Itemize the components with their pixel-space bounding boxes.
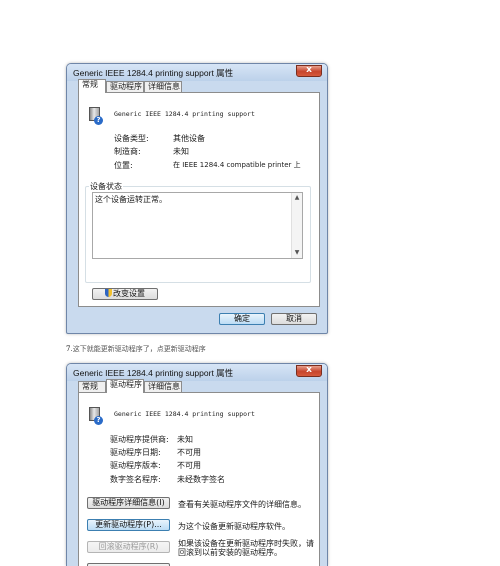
unknown-device-icon: ? (88, 407, 103, 425)
driver-panel: ? Generic IEEE 1284.4 printing support 驱… (78, 392, 320, 566)
status-scrollbar[interactable]: ▲ ▼ (291, 193, 302, 258)
step-text: .这下就能更新驱动程序了，点更新驱动程序 (70, 345, 206, 353)
rollback-driver-desc-line2: 回滚到以前安装的驱动程序。 (178, 548, 282, 557)
properties-window-driver: Generic IEEE 1284.4 printing support 属性 … (66, 363, 328, 566)
status-message: 这个设备运转正常。 (95, 195, 167, 204)
uac-shield-icon (105, 289, 112, 297)
tab-general[interactable]: 常规 (78, 381, 106, 392)
driver-provider-value: 未知 (177, 435, 193, 444)
device-status-title: 设备状态 (89, 181, 123, 192)
device-name: Generic IEEE 1284.4 printing support (114, 110, 255, 118)
close-button[interactable]: x (296, 365, 322, 377)
device-status-text[interactable]: 这个设备运转正常。 ▲ ▼ (92, 192, 303, 259)
tab-general[interactable]: 常规 (78, 79, 106, 93)
device-type-label: 设备类型: (114, 134, 149, 143)
change-settings-label: 改变设置 (113, 289, 145, 298)
digital-signer-value: 未经数字签名 (177, 475, 225, 484)
driver-version-value: 不可用 (177, 461, 201, 470)
tab-details[interactable]: 详细信息 (144, 81, 182, 92)
driver-details-button[interactable]: 驱动程序详细信息(I) (87, 497, 170, 509)
device-name: Generic IEEE 1284.4 printing support (114, 410, 255, 418)
ok-button[interactable]: 确定 (219, 313, 265, 325)
location-label: 位置: (114, 161, 133, 170)
manufacturer-label: 制造商: (114, 147, 141, 156)
scroll-up-icon[interactable]: ▲ (292, 193, 302, 203)
change-settings-button[interactable]: 改变设置 (92, 288, 158, 300)
driver-date-value: 不可用 (177, 448, 201, 457)
close-icon: x (306, 365, 312, 375)
tab-driver[interactable]: 驱动程序 (106, 81, 144, 92)
update-driver-button[interactable]: 更新驱动程序(P)... (87, 519, 170, 531)
tab-details[interactable]: 详细信息 (144, 381, 182, 392)
manufacturer-value: 未知 (173, 147, 189, 156)
driver-details-desc: 查看有关驱动程序文件的详细信息。 (178, 500, 306, 509)
cancel-button[interactable]: 取消 (271, 313, 317, 325)
update-driver-desc: 为这个设备更新驱动程序软件。 (178, 522, 290, 531)
tab-driver[interactable]: 驱动程序 (106, 379, 144, 393)
driver-version-label: 驱动程序版本: (110, 461, 161, 470)
scroll-down-icon[interactable]: ▼ (292, 248, 302, 258)
step-caption: 7.这下就能更新驱动程序了，点更新驱动程序 (66, 344, 206, 354)
digital-signer-label: 数字签名程序: (110, 475, 161, 484)
close-icon: x (306, 65, 312, 75)
general-panel: ? Generic IEEE 1284.4 printing support 设… (78, 92, 320, 307)
title-bar[interactable]: Generic IEEE 1284.4 printing support 属性 … (67, 64, 327, 81)
window-title: Generic IEEE 1284.4 printing support 属性 (73, 68, 234, 78)
driver-provider-label: 驱动程序提供商: (110, 435, 169, 444)
unknown-device-icon: ? (88, 107, 103, 125)
location-value: 在 IEEE 1284.4 compatible printer 上 (173, 161, 301, 169)
device-type-value: 其他设备 (173, 134, 205, 143)
properties-window-general: Generic IEEE 1284.4 printing support 属性 … (66, 63, 328, 334)
window-title: Generic IEEE 1284.4 printing support 属性 (73, 368, 234, 378)
rollback-driver-button[interactable]: 回滚驱动程序(R) (87, 541, 170, 553)
close-button[interactable]: x (296, 65, 322, 77)
driver-date-label: 驱动程序日期: (110, 448, 161, 457)
